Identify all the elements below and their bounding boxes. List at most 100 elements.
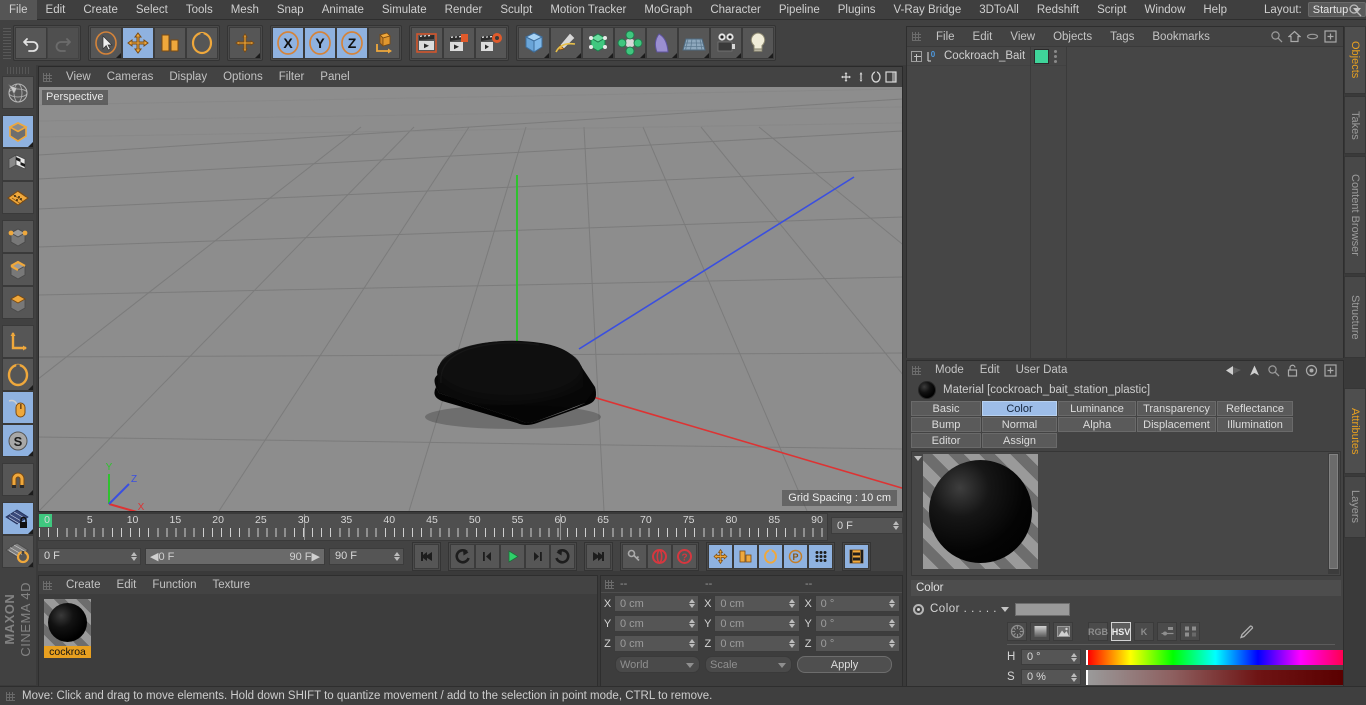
object-menu-file[interactable]: File <box>927 31 964 43</box>
back-arrow-icon[interactable] <box>1225 364 1242 377</box>
edge-tab-attributes[interactable]: Attributes <box>1344 388 1366 474</box>
redo-button[interactable] <box>47 26 79 59</box>
move-tool-button[interactable] <box>122 26 154 59</box>
stepper-icon[interactable] <box>687 597 696 610</box>
timeline-ruler[interactable]: 0 5 10 15 20 25 30 35 40 45 50 55 60 65 70 75 80 85 90 <box>38 513 828 541</box>
menu-item-sculpt[interactable]: Sculpt <box>491 0 541 20</box>
tab-basic[interactable]: Basic <box>911 401 981 416</box>
sliders-icon[interactable] <box>1157 622 1177 641</box>
edge-tab-takes[interactable]: Takes <box>1344 96 1366 154</box>
expand-plus-icon[interactable] <box>911 50 922 62</box>
attribute-menu-user-data[interactable]: User Data <box>1008 364 1076 376</box>
tab-alpha[interactable]: Alpha <box>1058 417 1136 432</box>
texture-mode-button[interactable] <box>2 148 34 181</box>
tab-assign[interactable]: Assign <box>982 433 1057 448</box>
lock-x-button[interactable]: X <box>272 26 304 59</box>
rotation-z-field[interactable]: 0 ° <box>814 635 900 652</box>
material-preview-chip[interactable] <box>923 454 1038 569</box>
edge-mode-button[interactable] <box>2 253 34 286</box>
tab-reflectance[interactable]: Reflectance <box>1217 401 1293 416</box>
color-wheel-icon[interactable] <box>1007 622 1027 641</box>
play-button[interactable] <box>500 543 525 569</box>
tab-color[interactable]: Color <box>982 401 1057 416</box>
world-coordinate-button[interactable] <box>229 26 261 59</box>
magnet-button[interactable] <box>2 463 34 496</box>
material-manager-grip[interactable] <box>43 580 52 590</box>
tab-illumination[interactable]: Illumination <box>1217 417 1293 432</box>
stepper-icon[interactable] <box>888 597 897 610</box>
end-frame-field[interactable]: 90 F <box>329 547 404 565</box>
unlock-icon[interactable] <box>1286 364 1299 377</box>
workplane-rotate-button[interactable] <box>2 535 34 568</box>
menu-item-mograph[interactable]: MoGraph <box>635 0 701 20</box>
gradient-icon[interactable] <box>1030 622 1050 641</box>
stepper-icon[interactable] <box>888 617 897 630</box>
render-region-button[interactable] <box>443 26 475 59</box>
tab-normal[interactable]: Normal <box>982 417 1057 432</box>
menu-item-vray-bridge[interactable]: V-Ray Bridge <box>884 0 970 20</box>
stepper-icon[interactable] <box>891 519 900 532</box>
add-generator-button[interactable] <box>582 26 614 59</box>
rotate-viewport-icon[interactable] <box>870 71 882 83</box>
add-array-button[interactable] <box>614 26 646 59</box>
material-menu-edit[interactable]: Edit <box>109 579 145 591</box>
material-name-label[interactable]: cockroa <box>44 646 91 658</box>
size-z-field[interactable]: 0 cm <box>714 635 800 652</box>
hue-slider[interactable] <box>1086 649 1343 665</box>
tab-displacement[interactable]: Displacement <box>1137 417 1216 432</box>
scrollbar-thumb[interactable] <box>1329 454 1338 569</box>
current-frame-field[interactable]: 0 F <box>831 517 903 534</box>
stepper-icon[interactable] <box>687 637 696 650</box>
point-mode-button[interactable] <box>2 220 34 253</box>
menu-item-motion-tracker[interactable]: Motion Tracker <box>541 0 635 20</box>
add-deformer-button[interactable] <box>646 26 678 59</box>
material-thumbnail[interactable] <box>44 599 91 646</box>
object-row-cockroach-bait[interactable]: 0 Cockroach_Bait <box>907 47 1030 66</box>
maximize-viewport-icon[interactable] <box>885 71 897 83</box>
add-environment-button[interactable] <box>678 26 710 59</box>
menu-item-select[interactable]: Select <box>127 0 177 20</box>
mouse-cursor-button[interactable] <box>2 391 34 424</box>
search-icon[interactable] <box>1270 30 1283 43</box>
add-spline-button[interactable] <box>550 26 582 59</box>
move-viewport-icon[interactable] <box>840 71 852 83</box>
edge-tab-structure[interactable]: Structure <box>1344 276 1366 358</box>
start-frame-field[interactable]: 0 F <box>38 547 141 565</box>
tab-bump[interactable]: Bump <box>911 417 981 432</box>
object-menu-objects[interactable]: Objects <box>1044 31 1101 43</box>
toolbar-grip[interactable] <box>3 25 11 60</box>
position-x-field[interactable]: 0 cm <box>614 595 700 612</box>
uv-mesh-mode-button[interactable] <box>2 181 34 214</box>
object-world-toggle-button[interactable] <box>368 26 400 59</box>
object-manager-grip[interactable] <box>912 32 921 41</box>
menu-item-edit[interactable]: Edit <box>37 0 75 20</box>
stepper-icon[interactable] <box>687 617 696 630</box>
menu-item-character[interactable]: Character <box>701 0 770 20</box>
rotation-x-field[interactable]: 0 ° <box>814 595 900 612</box>
swatches-icon[interactable] <box>1180 622 1200 641</box>
viewport-menu-view[interactable]: View <box>58 71 99 83</box>
object-menu-tags[interactable]: Tags <box>1101 31 1143 43</box>
color-radio-icon[interactable] <box>913 603 924 615</box>
apply-button[interactable]: Apply <box>797 656 892 673</box>
axis-mode-button[interactable] <box>2 325 34 358</box>
menu-item-create[interactable]: Create <box>74 0 127 20</box>
attribute-menu-mode[interactable]: Mode <box>927 364 972 376</box>
object-menu-bookmarks[interactable]: Bookmarks <box>1143 31 1219 43</box>
viewport-menu-cameras[interactable]: Cameras <box>99 71 162 83</box>
stepper-icon[interactable] <box>788 597 797 610</box>
color-swatch[interactable] <box>1014 602 1070 616</box>
scale-tool-button[interactable] <box>154 26 186 59</box>
position-z-field[interactable]: 0 cm <box>614 635 700 652</box>
stepper-icon[interactable] <box>788 617 797 630</box>
size-x-field[interactable]: 0 cm <box>714 595 800 612</box>
hsv-mode-button[interactable]: HSV <box>1111 622 1131 641</box>
key-pla-button[interactable] <box>808 543 833 569</box>
polygon-mode-button[interactable] <box>2 286 34 319</box>
position-y-field[interactable]: 0 cm <box>614 615 700 632</box>
lock-z-button[interactable]: Z <box>336 26 368 59</box>
menu-item-redshift[interactable]: Redshift <box>1028 0 1088 20</box>
record-active-objects-button[interactable] <box>647 543 672 569</box>
show-timeline-button[interactable] <box>844 543 869 569</box>
undo-button[interactable] <box>15 26 47 59</box>
